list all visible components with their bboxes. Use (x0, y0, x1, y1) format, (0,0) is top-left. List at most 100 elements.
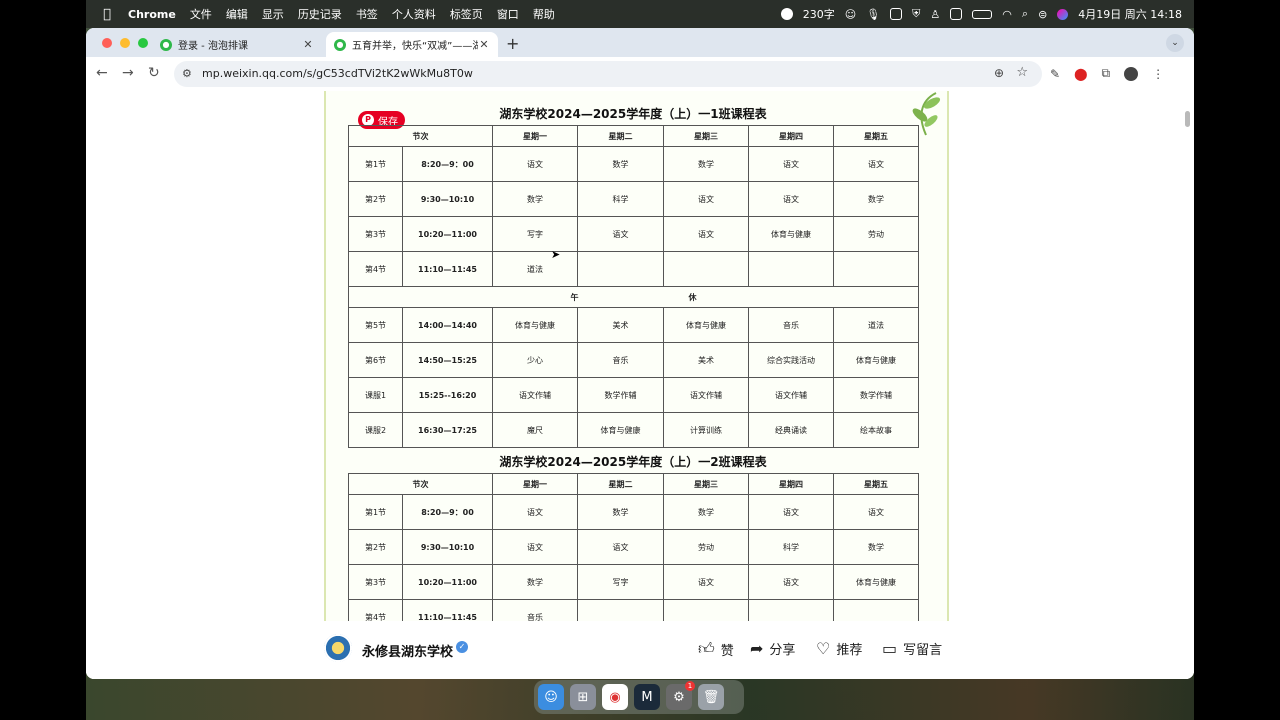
input-method-icon[interactable] (890, 8, 903, 20)
share-icon: ➦ (750, 639, 764, 658)
zoom-window-button[interactable] (138, 38, 148, 48)
menu-edit[interactable]: 编辑 (226, 6, 248, 22)
menu-view[interactable]: 显示 (262, 6, 284, 22)
chrome-icon[interactable]: ◉ (602, 684, 628, 710)
comment-label: 写留言 (903, 643, 943, 658)
menu-window[interactable]: 窗口 (497, 6, 519, 22)
subject-cell: 写字 (577, 564, 664, 600)
article-action-bar: 永修县湖东学校 ✓ 👍︎ 赞 ➦ 分享 ♡ 推荐 ▭ 写留言 (86, 621, 1194, 679)
close-tab-icon[interactable]: ✕ (478, 38, 490, 51)
app-m-icon[interactable]: M (634, 684, 660, 710)
time-cell: 9:30—10:10 (402, 181, 493, 217)
menu-bookmarks[interactable]: 书签 (356, 6, 378, 22)
wifi-icon[interactable]: ◠ (1002, 8, 1012, 21)
back-icon[interactable]: ← (96, 65, 108, 81)
time-cell: 14:50—15:25 (402, 342, 493, 378)
extension-translate-icon[interactable]: ✎ (1050, 67, 1060, 81)
school-logo[interactable] (324, 634, 352, 662)
subject-cell: 美术 (663, 342, 749, 378)
comment-button[interactable]: ▭ 写留言 (882, 639, 942, 658)
subject-cell: 美术 (577, 307, 664, 343)
extension-red-icon[interactable]: ⬤ (1074, 67, 1087, 81)
microphone-icon[interactable]: 🎙 (866, 8, 880, 21)
page-content: 湖东学校2024—2025学年度（上）一1班课程表 P 保存 节次 星期一 星期二星… (86, 91, 1194, 679)
subject-cell: 数学作辅 (577, 377, 664, 413)
extensions-area: ✎ ⬤ ⧉ ⋮ (1050, 66, 1164, 81)
close-window-button[interactable] (102, 38, 112, 48)
url-text[interactable]: mp.weixin.qq.com/s/gC53cdTVi2tK2wWkMu8T0… (202, 67, 473, 80)
word-count[interactable]: 230字 (803, 6, 835, 22)
address-bar[interactable]: ⚙ mp.weixin.qq.com/s/gC53cdTVi2tK2wWkMu8… (174, 61, 1042, 87)
subject-cell: 语文 (748, 564, 834, 600)
profile-avatar[interactable] (1124, 66, 1139, 81)
menu-history[interactable]: 历史记录 (298, 6, 342, 22)
subject-cell: 科学 (577, 181, 664, 217)
time-cell: 11:10—11:45 (402, 251, 493, 287)
shield-icon[interactable]: ⛨ (912, 7, 920, 21)
table-row: 第1节 8:20—9：00 语文 数学 数学 语文 语文 (348, 494, 919, 530)
subject-cell: 数学 (663, 494, 749, 530)
figure-icon[interactable]: ♙ (930, 8, 940, 21)
subject-cell: 语文 (748, 146, 834, 182)
header-cell: 星期四 (748, 473, 834, 495)
thumbs-up-icon: 👍︎ (698, 639, 715, 658)
menu-help[interactable]: 帮助 (533, 6, 555, 22)
control-center-icon[interactable]: ⊜ (1038, 8, 1047, 21)
scrollbar-thumb[interactable] (1185, 111, 1190, 127)
finder-icon[interactable]: ☺ (538, 684, 564, 710)
launchpad-icon[interactable]: ⊞ (570, 684, 596, 710)
forward-icon[interactable]: → (122, 65, 134, 81)
subject-cell: 音乐 (577, 342, 664, 378)
minimize-window-button[interactable] (120, 38, 130, 48)
subject-cell: 语文 (833, 494, 919, 530)
menu-file[interactable]: 文件 (190, 6, 212, 22)
record-icon[interactable] (780, 8, 793, 20)
noon-break-cell: 午休 (348, 286, 919, 308)
reload-icon[interactable]: ↻ (148, 65, 160, 81)
period-cell: 第1节 (348, 146, 403, 182)
time-cell: 8:20—9：00 (402, 146, 493, 182)
system-settings-icon[interactable]: ⚙ 1 (666, 681, 695, 710)
subject-cell: 语文 (492, 529, 578, 565)
period-cell: 第4节 (348, 251, 403, 287)
browser-toolbar: ← → ↻ ⚙ mp.weixin.qq.com/s/gC53cdTVi2tK2… (86, 57, 1194, 92)
menu-tabs[interactable]: 标签页 (450, 6, 483, 22)
subject-cell: 体育与健康 (663, 307, 749, 343)
tab-login[interactable]: ● 登录 - 泡泡排课 ✕ (152, 32, 322, 57)
subject-cell: 魔尺 (492, 412, 578, 448)
table-row: 课服2 16:30—17:25 魔尺 体育与健康 计算训练 经典诵读 绘本故事 (348, 412, 919, 448)
emoji-icon[interactable]: ☺ (845, 8, 856, 21)
trash-icon[interactable]: 🗑︎ (698, 684, 724, 710)
menu-profiles[interactable]: 个人资料 (392, 6, 436, 22)
battery-icon (972, 9, 993, 19)
share-button[interactable]: ➦ 分享 (750, 639, 795, 658)
extensions-puzzle-icon[interactable]: ⧉ (1102, 66, 1111, 81)
new-tab-button[interactable]: + (506, 34, 519, 53)
recommend-button[interactable]: ♡ 推荐 (816, 639, 862, 658)
subject-cell: 数学 (492, 564, 578, 600)
period-cell: 第5节 (348, 307, 403, 343)
close-tab-icon[interactable]: ✕ (302, 38, 314, 51)
zoom-icon[interactable]: ⊕ (994, 66, 1004, 80)
spotlight-search-icon[interactable]: ⌕ (1022, 7, 1028, 21)
siri-icon[interactable] (1057, 8, 1069, 20)
header-cell: 节次 (348, 473, 493, 495)
dock: ☺ ⊞ ◉ M ⚙ 1 🗑︎ (534, 680, 744, 714)
screen-icon[interactable] (950, 8, 963, 20)
menu-app-name[interactable]: Chrome (128, 8, 176, 21)
like-button[interactable]: 👍︎ 赞 (698, 639, 734, 659)
period-cell: 第6节 (348, 342, 403, 378)
subject-cell: 道法 (833, 307, 919, 343)
clock[interactable]: 4月19日 周六 14:18 (1078, 6, 1182, 22)
apple-icon[interactable]:  (100, 7, 114, 22)
bookmark-star-icon[interactable]: ☆ (1016, 65, 1028, 80)
site-info-icon[interactable]: ⚙ (182, 67, 192, 80)
tab-article[interactable]: ● 五育并举，快乐“双减”——湖东 ✕ (326, 32, 498, 57)
account-name[interactable]: 永修县湖东学校 (362, 641, 453, 660)
subject-cell: 计算训练 (663, 412, 749, 448)
tab-search-icon[interactable]: ⌄ (1166, 34, 1184, 52)
table-row: 第2节 9:30—10:10 数学 科学 语文 语文 数学 (348, 181, 919, 217)
like-label: 赞 (720, 643, 734, 659)
menu-bar:  Chrome 文件 编辑 显示 历史记录 书签 个人资料 标签页 窗口 帮助… (86, 0, 1194, 28)
chrome-menu-icon[interactable]: ⋮ (1152, 67, 1164, 81)
